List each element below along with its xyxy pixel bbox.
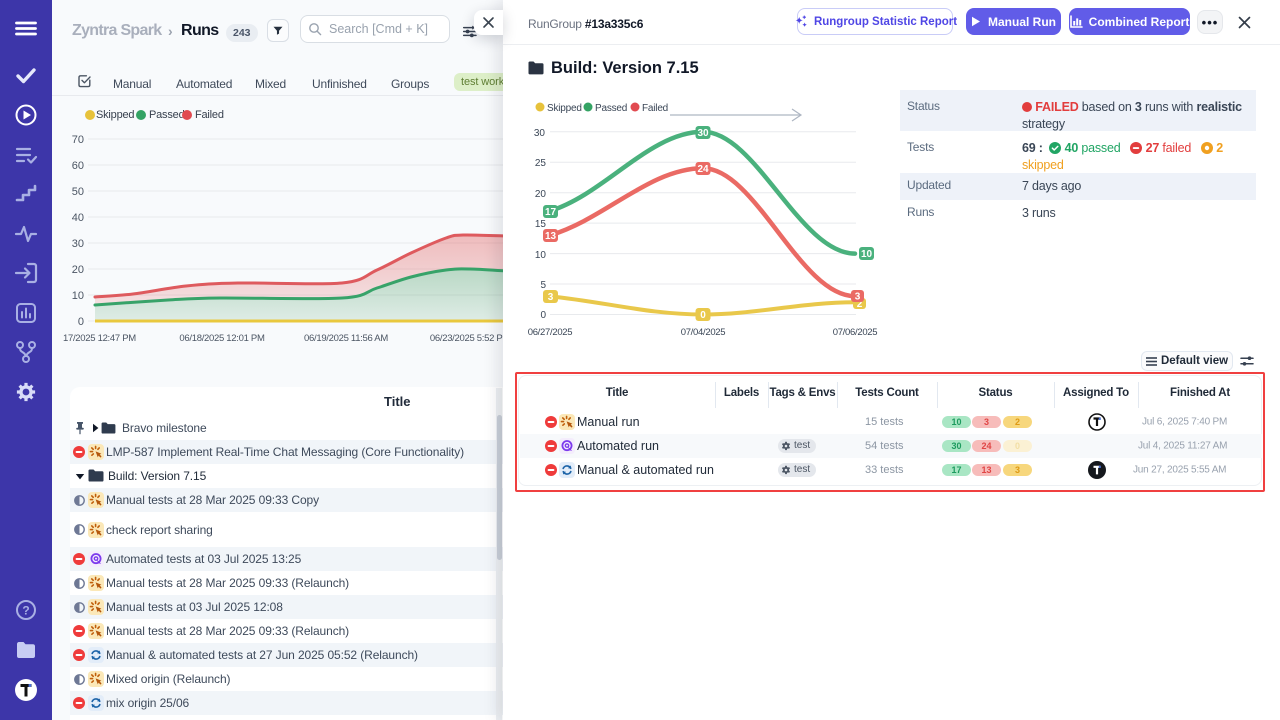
svg-text:20: 20 xyxy=(535,189,547,200)
svg-text:24: 24 xyxy=(697,164,709,175)
svg-text:10: 10 xyxy=(72,290,84,302)
svg-text:Passed: Passed xyxy=(595,103,627,114)
svg-text:10: 10 xyxy=(861,249,873,260)
svg-text:06/27/2025: 06/27/2025 xyxy=(528,327,573,338)
svg-text:06/19/2025 11:56 AM: 06/19/2025 11:56 AM xyxy=(304,333,388,344)
svg-text:0: 0 xyxy=(700,310,706,321)
svg-text:3: 3 xyxy=(548,292,554,303)
svg-text:13: 13 xyxy=(545,231,557,242)
svg-text:06/23/2025 5:52 PM: 06/23/2025 5:52 PM xyxy=(430,333,503,344)
svg-text:0: 0 xyxy=(78,316,84,328)
svg-text:3: 3 xyxy=(855,292,861,303)
svg-text:17/2025 12:47 PM: 17/2025 12:47 PM xyxy=(63,333,136,344)
svg-text:5: 5 xyxy=(540,280,546,291)
svg-text:40: 40 xyxy=(72,212,84,224)
svg-text:15: 15 xyxy=(535,219,547,230)
svg-text:60: 60 xyxy=(72,160,84,172)
svg-text:17: 17 xyxy=(545,207,557,218)
svg-text:0: 0 xyxy=(540,310,546,321)
svg-text:?: ? xyxy=(22,604,29,618)
svg-text:10: 10 xyxy=(535,250,547,261)
svg-text:30: 30 xyxy=(72,238,84,250)
svg-text:30: 30 xyxy=(534,128,546,139)
svg-text:06/18/2025 12:01 PM: 06/18/2025 12:01 PM xyxy=(179,333,265,344)
svg-text:50: 50 xyxy=(72,186,84,198)
svg-text:07/04/2025: 07/04/2025 xyxy=(681,327,726,338)
svg-text:25: 25 xyxy=(535,158,547,169)
svg-text:30: 30 xyxy=(697,128,709,139)
svg-text:70: 70 xyxy=(72,134,84,146)
svg-text:20: 20 xyxy=(72,264,84,276)
svg-text:07/06/2025: 07/06/2025 xyxy=(833,327,878,338)
svg-text:Failed: Failed xyxy=(642,103,668,114)
svg-text:Skipped: Skipped xyxy=(547,103,582,114)
